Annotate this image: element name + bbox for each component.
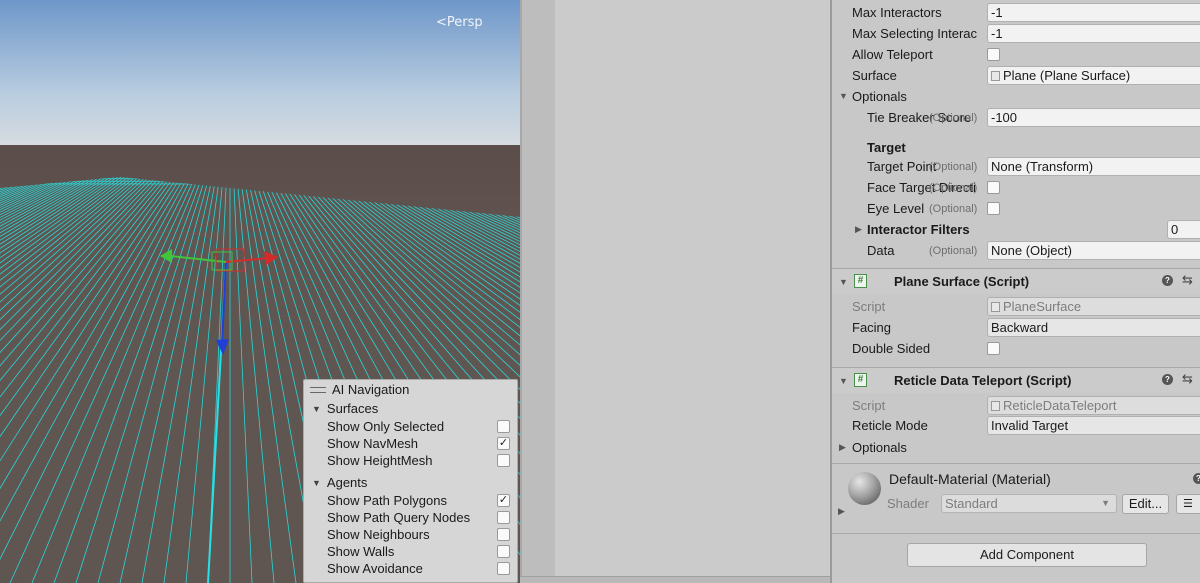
ai-navigation-header[interactable]: AI Navigation bbox=[304, 380, 517, 399]
field-eye-level: Eye Level (Optional) bbox=[832, 198, 1200, 219]
script-icon: # bbox=[854, 373, 867, 387]
script-icon: # bbox=[854, 274, 867, 288]
field-data: Data (Optional) None (Object) bbox=[832, 240, 1200, 261]
section-surfaces[interactable]: ▼ Surfaces bbox=[304, 399, 517, 418]
checkbox[interactable] bbox=[497, 420, 510, 433]
eye-level-checkbox[interactable] bbox=[987, 202, 1000, 215]
collapse-triangle-icon[interactable]: ▶ bbox=[838, 506, 845, 517]
scene-view[interactable]: <Persp AI Navigation ▼ Surfaces Show Onl… bbox=[0, 0, 520, 583]
allow-teleport-checkbox[interactable] bbox=[987, 48, 1000, 61]
expand-triangle-icon[interactable]: ▼ bbox=[839, 376, 848, 386]
ai-navigation-overlay: AI Navigation ▼ Surfaces Show Only Selec… bbox=[303, 379, 518, 583]
target-point-field[interactable]: None (Transform) bbox=[987, 157, 1200, 176]
checkbox[interactable]: ✓ bbox=[497, 437, 510, 450]
checkbox[interactable]: ✓ bbox=[497, 494, 510, 507]
toggle-show-avoidance[interactable]: Show Avoidance bbox=[304, 560, 517, 577]
collapse-triangle-icon[interactable]: ▶ bbox=[839, 442, 846, 453]
material-title: Default-Material (Material) bbox=[889, 471, 1051, 487]
double-sided-checkbox[interactable] bbox=[987, 342, 1000, 355]
shader-dropdown: Standard ▼ bbox=[941, 494, 1117, 513]
list-icon: ☰ bbox=[1183, 498, 1193, 510]
ai-navigation-title: AI Navigation bbox=[332, 382, 410, 397]
camera-persp-label[interactable]: <Persp bbox=[436, 15, 483, 30]
toggle-show-heightmesh[interactable]: Show HeightMesh bbox=[304, 452, 517, 469]
checkbox[interactable] bbox=[497, 454, 510, 467]
settings-sliders-icon[interactable]: ⇆ bbox=[1182, 272, 1193, 288]
expand-triangle-icon[interactable]: ▼ bbox=[839, 91, 848, 101]
component-header-reticle-data-teleport[interactable]: ▼ # Reticle Data Teleport (Script) ? ⇆ bbox=[832, 367, 1200, 393]
foldout-reticle-optionals[interactable]: ▶ Optionals bbox=[832, 437, 1200, 458]
drag-handle-icon[interactable] bbox=[310, 386, 326, 393]
max-selecting-input[interactable]: -1 bbox=[987, 24, 1200, 43]
separator bbox=[832, 533, 1200, 534]
face-target-checkbox[interactable] bbox=[987, 181, 1000, 194]
inspector-panel: Max Interactors -1 Max Selecting Interac… bbox=[832, 0, 1200, 583]
empty-panel bbox=[555, 0, 830, 583]
help-icon[interactable]: ? bbox=[1193, 473, 1200, 484]
facing-dropdown[interactable]: Backward bbox=[987, 318, 1200, 337]
checkbox[interactable] bbox=[497, 562, 510, 575]
script-ref-icon bbox=[991, 302, 1000, 312]
field-tie-breaker: Tie Breaker Score (Optional) -100 bbox=[832, 107, 1200, 128]
panel-bottom-bar bbox=[520, 576, 830, 583]
checkbox[interactable] bbox=[497, 545, 510, 558]
field-reticle-script: Script ReticleDataTeleport bbox=[832, 395, 1200, 416]
settings-sliders-icon[interactable]: ⇆ bbox=[1182, 371, 1193, 387]
scene-scrollbar[interactable] bbox=[520, 0, 555, 583]
toggle-show-only-selected[interactable]: Show Only Selected bbox=[304, 418, 517, 435]
expand-triangle-icon[interactable]: ▼ bbox=[312, 404, 321, 414]
field-plane-script: Script PlaneSurface bbox=[832, 296, 1200, 317]
collapse-triangle-icon[interactable]: ▶ bbox=[855, 224, 862, 235]
add-component-button[interactable]: Add Component bbox=[907, 543, 1147, 567]
section-agents[interactable]: ▼ Agents bbox=[304, 473, 517, 492]
component-header-plane-surface[interactable]: ▼ # Plane Surface (Script) ? ⇆ bbox=[832, 268, 1200, 294]
persp-arrow-icon: < bbox=[436, 15, 447, 30]
section-label: Surfaces bbox=[326, 401, 379, 416]
script-ref-icon bbox=[991, 401, 1000, 411]
checkbox[interactable] bbox=[497, 528, 510, 541]
expand-triangle-icon[interactable]: ▼ bbox=[312, 478, 321, 488]
field-surface: Surface Plane (Plane Surface) bbox=[832, 65, 1200, 86]
field-target-point: Target Point (Optional) None (Transform) bbox=[832, 156, 1200, 177]
field-reticle-mode: Reticle Mode Invalid Target bbox=[832, 415, 1200, 436]
foldout-interactor-filters[interactable]: ▶ Interactor Filters 0 bbox=[832, 219, 1200, 240]
shader-edit-button[interactable]: Edit... bbox=[1122, 494, 1169, 514]
help-icon[interactable]: ? bbox=[1162, 374, 1173, 385]
field-facing: Facing Backward bbox=[832, 317, 1200, 338]
toggle-show-neighbours[interactable]: Show Neighbours bbox=[304, 526, 517, 543]
reticle-script-field: ReticleDataTeleport bbox=[987, 396, 1200, 415]
field-double-sided: Double Sided bbox=[832, 338, 1200, 359]
field-max-interactors: Max Interactors -1 bbox=[832, 2, 1200, 23]
checkbox[interactable] bbox=[497, 511, 510, 524]
interactor-filters-count[interactable]: 0 bbox=[1167, 220, 1200, 239]
plane-script-field: PlaneSurface bbox=[987, 297, 1200, 316]
tie-breaker-input[interactable]: -100 bbox=[987, 108, 1200, 127]
field-max-selecting: Max Selecting Interac -1 bbox=[832, 23, 1200, 44]
data-object-field[interactable]: None (Object) bbox=[987, 241, 1200, 260]
dropdown-arrow-icon: ▼ bbox=[1101, 498, 1110, 508]
shader-options-button[interactable]: ☰ bbox=[1176, 494, 1200, 514]
help-icon[interactable]: ? bbox=[1162, 275, 1173, 286]
material-preview-sphere bbox=[848, 472, 881, 505]
target-header: Target bbox=[867, 140, 906, 155]
toggle-show-path-polygons[interactable]: Show Path Polygons ✓ bbox=[304, 492, 517, 509]
field-allow-teleport: Allow Teleport bbox=[832, 44, 1200, 65]
object-ref-icon bbox=[991, 71, 1000, 81]
reticle-mode-dropdown[interactable]: Invalid Target bbox=[987, 416, 1200, 435]
toggle-show-path-query-nodes[interactable]: Show Path Query Nodes bbox=[304, 509, 517, 526]
material-section: Default-Material (Material) ? Shader Sta… bbox=[832, 463, 1200, 521]
toggle-show-navmesh[interactable]: Show NavMesh ✓ bbox=[304, 435, 517, 452]
expand-triangle-icon[interactable]: ▼ bbox=[839, 277, 848, 287]
shader-label: Shader bbox=[887, 496, 929, 511]
foldout-optionals[interactable]: ▼ Optionals bbox=[832, 86, 1200, 107]
max-interactors-input[interactable]: -1 bbox=[987, 3, 1200, 22]
surface-object-field[interactable]: Plane (Plane Surface) bbox=[987, 66, 1200, 85]
toggle-show-walls[interactable]: Show Walls bbox=[304, 543, 517, 560]
section-label: Agents bbox=[326, 475, 368, 490]
field-face-target: Face Target Directi (Optional) bbox=[832, 177, 1200, 198]
